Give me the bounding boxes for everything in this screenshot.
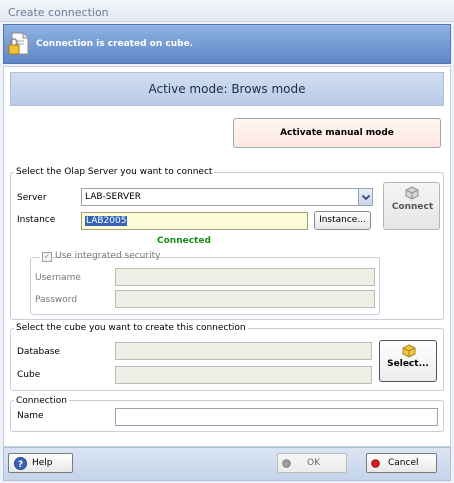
integrated-security-label: Use integrated security	[55, 251, 161, 261]
ok-button[interactable]: OK	[277, 453, 347, 473]
select-button-label: Select...	[387, 359, 429, 369]
server-group-title: Select the Olap Server you want to conne…	[14, 167, 215, 177]
info-banner: Connection is created on cube.	[3, 24, 451, 64]
window-title: Create connection	[8, 6, 109, 19]
instance-value: LAB2005	[85, 216, 128, 226]
mode-header: Active mode: Brows mode	[10, 72, 444, 106]
password-label: Password	[35, 295, 78, 305]
ok-button-label: OK	[307, 458, 320, 468]
instance-browse-button[interactable]: Instance...	[314, 211, 371, 230]
username-input[interactable]	[115, 268, 375, 286]
connect-button-label: Connect	[391, 202, 434, 212]
window-titlebar: Create connection	[0, 0, 454, 22]
help-button-label: Help	[32, 458, 53, 468]
server-value: LAB-SERVER	[85, 192, 142, 202]
database-input[interactable]	[115, 342, 372, 360]
connect-button[interactable]: Connect	[383, 182, 440, 230]
instance-input[interactable]: LAB2005	[81, 212, 308, 230]
database-label: Database	[17, 347, 60, 357]
cancel-button-label: Cancel	[388, 458, 419, 468]
cube-icon	[405, 186, 419, 200]
connection-name-input[interactable]	[115, 408, 438, 426]
server-combobox[interactable]: LAB-SERVER	[81, 188, 373, 206]
security-checkbox-row[interactable]: ✓ Use integrated security	[40, 251, 160, 263]
server-label: Server	[17, 193, 47, 203]
name-label: Name	[17, 411, 44, 421]
password-input[interactable]	[115, 290, 375, 308]
integrated-security-checkbox[interactable]: ✓	[42, 252, 52, 262]
status-dot-icon	[282, 459, 291, 468]
connection-status: Connected	[157, 236, 211, 246]
instance-label: Instance	[17, 215, 56, 225]
svg-text:?: ?	[18, 460, 23, 470]
select-cube-button[interactable]: Select...	[379, 340, 437, 382]
stop-dot-icon	[371, 459, 380, 468]
banner-message: Connection is created on cube.	[36, 39, 194, 49]
cube-icon	[402, 344, 416, 358]
chevron-down-icon	[361, 194, 371, 201]
server-dropdown-button[interactable]	[358, 189, 372, 205]
username-label: Username	[35, 273, 81, 283]
help-button[interactable]: ? Help	[8, 453, 73, 473]
cube-group-title: Select the cube you want to create this …	[14, 323, 248, 333]
cube-label: Cube	[17, 370, 41, 380]
help-icon: ?	[14, 457, 27, 470]
cube-input[interactable]	[115, 366, 372, 384]
connection-group-title: Connection	[14, 396, 69, 406]
activate-manual-mode-button[interactable]: Activate manual mode	[233, 118, 441, 148]
cancel-button[interactable]: Cancel	[366, 453, 437, 473]
document-lock-icon	[8, 32, 29, 55]
